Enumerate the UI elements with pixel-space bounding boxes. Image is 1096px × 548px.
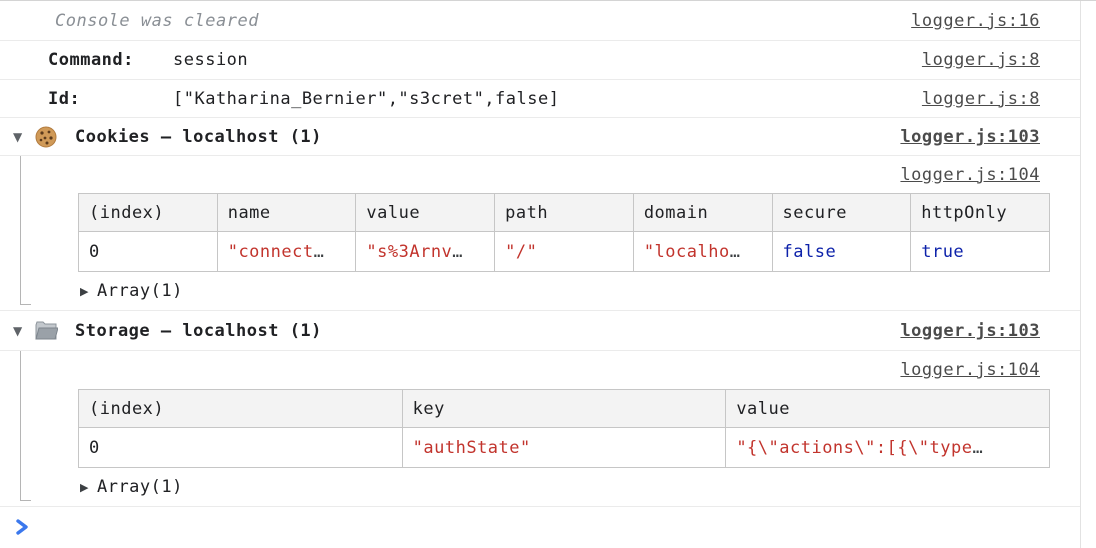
array-toggle-label: Array(1) xyxy=(97,477,183,497)
column-header-key[interactable]: key xyxy=(402,390,726,428)
storage-group-header[interactable]: ▼ Storage — localhost (1) logger.js:103 xyxy=(0,311,1096,351)
id-value: ["Katharina_Bernier","s3cret",false] xyxy=(173,89,559,109)
source-link[interactable]: logger.js:104 xyxy=(900,360,1040,380)
cookies-table: (index) name value path domain secure ht… xyxy=(78,193,1050,272)
collapse-triangle-icon[interactable]: ▼ xyxy=(0,324,26,338)
devtools-console-panel: Console was cleared logger.js:16 Command… xyxy=(0,0,1096,548)
source-link[interactable]: logger.js:103 xyxy=(900,127,1040,147)
console-message-command: Command: session logger.js:8 xyxy=(0,41,1096,80)
storage-table-header-row: (index) key value xyxy=(79,390,1050,428)
id-label: Id: xyxy=(0,89,173,109)
cookies-group-header[interactable]: ▼ Cookies — localhost (1) logger.js:103 xyxy=(0,118,1096,156)
cell-value: "s%3Arnv… xyxy=(356,232,495,272)
cell-secure: false xyxy=(772,232,911,272)
truncation-ellipsis: … xyxy=(972,438,983,458)
folder-icon xyxy=(34,320,58,342)
command-value: session xyxy=(173,50,248,70)
storage-table: (index) key value 0 "authState" "{\"acti… xyxy=(78,389,1050,468)
expand-triangle-icon[interactable]: ▶ xyxy=(80,285,89,298)
console-cleared-text: Console was cleared xyxy=(0,11,259,31)
expand-triangle-icon[interactable]: ▶ xyxy=(80,481,89,494)
cookie-icon xyxy=(34,126,58,148)
column-header-index[interactable]: (index) xyxy=(79,194,218,232)
prompt-chevron-icon xyxy=(15,518,29,536)
cookies-table-header-row: (index) name value path domain secure ht… xyxy=(79,194,1050,232)
console-prompt[interactable] xyxy=(0,507,1096,548)
cell-index: 0 xyxy=(79,232,218,272)
column-header-secure[interactable]: secure xyxy=(772,194,911,232)
source-link[interactable]: logger.js:16 xyxy=(911,11,1040,31)
cookies-array-toggle[interactable]: ▶ Array(1) xyxy=(0,272,1096,310)
console-message-id: Id: ["Katharina_Bernier","s3cret",false]… xyxy=(0,80,1096,118)
column-header-name[interactable]: name xyxy=(217,194,356,232)
command-label: Command: xyxy=(0,50,173,70)
storage-table-message: logger.js:104 xyxy=(0,351,1096,389)
storage-group-title: Storage — localhost (1) xyxy=(75,321,322,341)
column-header-path[interactable]: path xyxy=(495,194,634,232)
storage-array-toggle[interactable]: ▶ Array(1) xyxy=(0,468,1096,506)
scrollbar-gutter[interactable] xyxy=(1080,1,1096,548)
console-message-cleared: Console was cleared logger.js:16 xyxy=(0,1,1096,41)
array-toggle-label: Array(1) xyxy=(97,281,183,301)
column-header-httponly[interactable]: httpOnly xyxy=(911,194,1050,232)
storage-group-body: logger.js:104 (index) key value 0 "authS… xyxy=(0,351,1096,507)
cookies-table-message: logger.js:104 xyxy=(0,156,1096,193)
column-header-value[interactable]: value xyxy=(726,390,1050,428)
source-link[interactable]: logger.js:8 xyxy=(922,89,1040,109)
table-row: 0 "connect… "s%3Arnv… "/" "localho… fals… xyxy=(79,232,1050,272)
console-prompt-input[interactable] xyxy=(39,518,1040,540)
cell-index: 0 xyxy=(79,428,403,468)
column-header-domain[interactable]: domain xyxy=(633,194,772,232)
cell-path: "/" xyxy=(495,232,634,272)
cell-name: "connect… xyxy=(217,232,356,272)
source-link[interactable]: logger.js:103 xyxy=(900,321,1040,341)
table-row: 0 "authState" "{\"actions\":[{\"type… xyxy=(79,428,1050,468)
cell-httponly: true xyxy=(911,232,1050,272)
column-header-value[interactable]: value xyxy=(356,194,495,232)
cell-value: "{\"actions\":[{\"type… xyxy=(726,428,1050,468)
column-header-index[interactable]: (index) xyxy=(79,390,403,428)
cookies-group-body: logger.js:104 (index) name value path do… xyxy=(0,156,1096,311)
truncation-ellipsis: … xyxy=(314,242,325,262)
truncation-ellipsis: … xyxy=(452,242,463,262)
cookies-group-title: Cookies — localhost (1) xyxy=(75,127,322,147)
truncation-ellipsis: … xyxy=(730,242,741,262)
source-link[interactable]: logger.js:104 xyxy=(900,165,1040,185)
cell-key: "authState" xyxy=(402,428,726,468)
source-link[interactable]: logger.js:8 xyxy=(922,50,1040,70)
collapse-triangle-icon[interactable]: ▼ xyxy=(0,130,26,144)
cell-domain: "localho… xyxy=(633,232,772,272)
